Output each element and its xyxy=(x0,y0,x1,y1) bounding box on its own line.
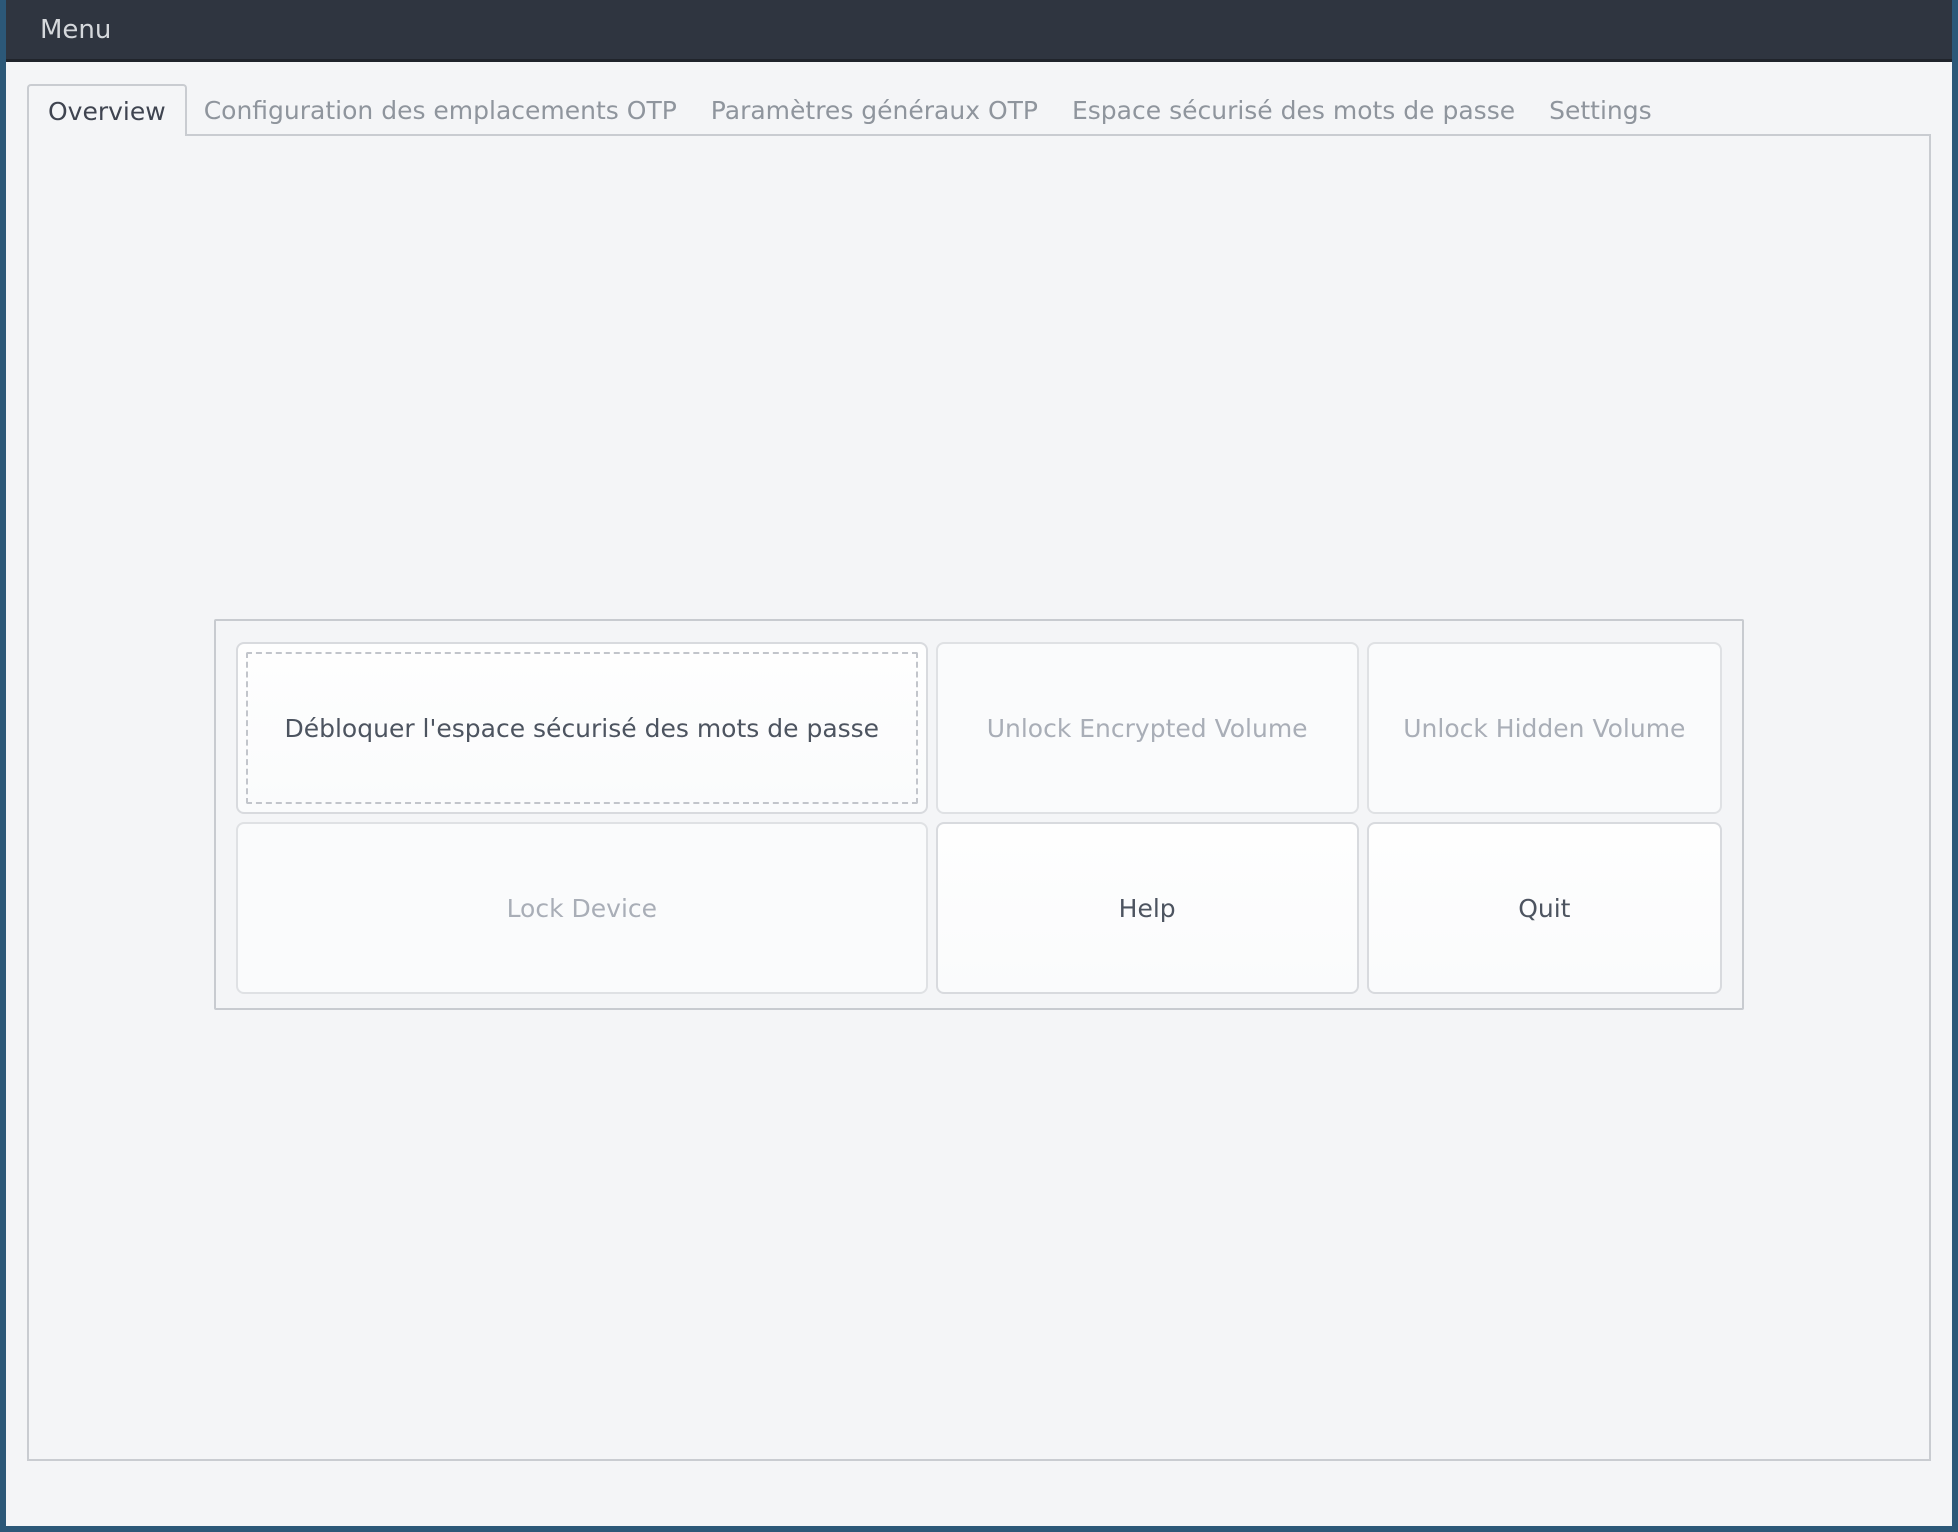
button-label: Lock Device xyxy=(507,894,657,923)
tab-settings[interactable]: Settings xyxy=(1532,84,1669,136)
button-label: Débloquer l'espace sécurisé des mots de … xyxy=(284,714,879,743)
unlock-hidden-volume-button[interactable]: Unlock Hidden Volume xyxy=(1367,642,1722,814)
button-label: Unlock Encrypted Volume xyxy=(987,714,1308,743)
tab-bar: Overview Configuration des emplacements … xyxy=(27,84,1931,136)
button-label: Help xyxy=(1119,894,1176,923)
button-label: Unlock Hidden Volume xyxy=(1403,714,1685,743)
quit-button[interactable]: Quit xyxy=(1367,822,1722,994)
tab-password-safe[interactable]: Espace sécurisé des mots de passe xyxy=(1055,84,1532,136)
tab-otp-slot-configuration[interactable]: Configuration des emplacements OTP xyxy=(187,84,694,136)
button-label: Quit xyxy=(1518,894,1570,923)
menu-button[interactable]: Menu xyxy=(30,11,121,49)
actions-button-grid: Débloquer l'espace sécurisé des mots de … xyxy=(236,642,1722,994)
lock-device-button[interactable]: Lock Device xyxy=(236,822,928,994)
tab-overview[interactable]: Overview xyxy=(27,84,187,136)
actions-group-box: Débloquer l'espace sécurisé des mots de … xyxy=(214,619,1744,1010)
unlock-encrypted-volume-button[interactable]: Unlock Encrypted Volume xyxy=(936,642,1359,814)
unlock-password-safe-button[interactable]: Débloquer l'espace sécurisé des mots de … xyxy=(236,642,928,814)
overview-tab-panel: Débloquer l'espace sécurisé des mots de … xyxy=(27,134,1931,1461)
tab-otp-general-settings[interactable]: Paramètres généraux OTP xyxy=(694,84,1055,136)
menubar: Menu xyxy=(6,0,1952,62)
help-button[interactable]: Help xyxy=(936,822,1359,994)
app-window: Menu Overview Configuration des emplacem… xyxy=(0,0,1958,1532)
content-area: Overview Configuration des emplacements … xyxy=(6,62,1952,1526)
